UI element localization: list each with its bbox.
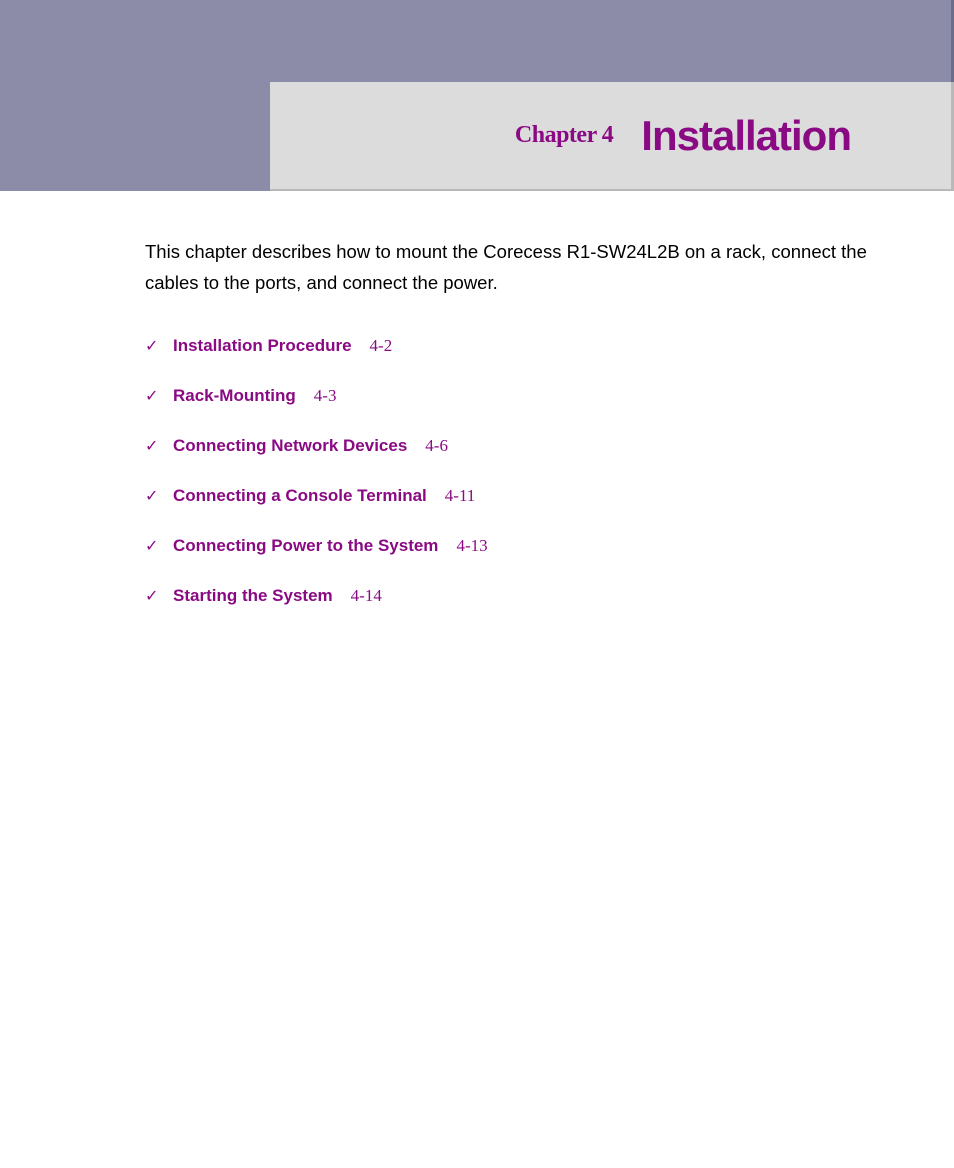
toc-item-label: Connecting Power to the System <box>173 536 438 556</box>
toc-item: ✓ Starting the System 4-14 <box>145 586 894 606</box>
check-icon: ✓ <box>145 436 159 456</box>
toc-item-label: Starting the System <box>173 586 333 606</box>
table-of-contents: ✓ Installation Procedure 4-2 ✓ Rack-Moun… <box>145 336 894 606</box>
toc-item-label: Rack-Mounting <box>173 386 296 406</box>
toc-item-label: Connecting Network Devices <box>173 436 407 456</box>
toc-item-label: Connecting a Console Terminal <box>173 486 427 506</box>
toc-item: ✓ Rack-Mounting 4-3 <box>145 386 894 406</box>
toc-item-page: 4-2 <box>370 336 393 356</box>
toc-item-label: Installation Procedure <box>173 336 352 356</box>
header-title-block: Chapter 4 Installation <box>270 82 954 191</box>
header-top-band <box>0 0 954 82</box>
header-left-block <box>0 82 270 191</box>
toc-item: ✓ Connecting a Console Terminal 4-11 <box>145 486 894 506</box>
check-icon: ✓ <box>145 336 159 356</box>
chapter-intro: This chapter describes how to mount the … <box>145 237 894 298</box>
chapter-title: Installation <box>641 112 851 160</box>
toc-item-page: 4-3 <box>314 386 337 406</box>
toc-item-page: 4-14 <box>351 586 382 606</box>
check-icon: ✓ <box>145 386 159 406</box>
chapter-label: Chapter 4 <box>515 122 613 149</box>
toc-item: ✓ Connecting Network Devices 4-6 <box>145 436 894 456</box>
toc-item-page: 4-13 <box>456 536 487 556</box>
toc-item-page: 4-6 <box>425 436 448 456</box>
check-icon: ✓ <box>145 586 159 606</box>
content-area: This chapter describes how to mount the … <box>0 191 954 606</box>
toc-item-page: 4-11 <box>445 486 476 506</box>
toc-item: ✓ Connecting Power to the System 4-13 <box>145 536 894 556</box>
header-row: Chapter 4 Installation <box>0 82 954 191</box>
check-icon: ✓ <box>145 536 159 556</box>
check-icon: ✓ <box>145 486 159 506</box>
toc-item: ✓ Installation Procedure 4-2 <box>145 336 894 356</box>
